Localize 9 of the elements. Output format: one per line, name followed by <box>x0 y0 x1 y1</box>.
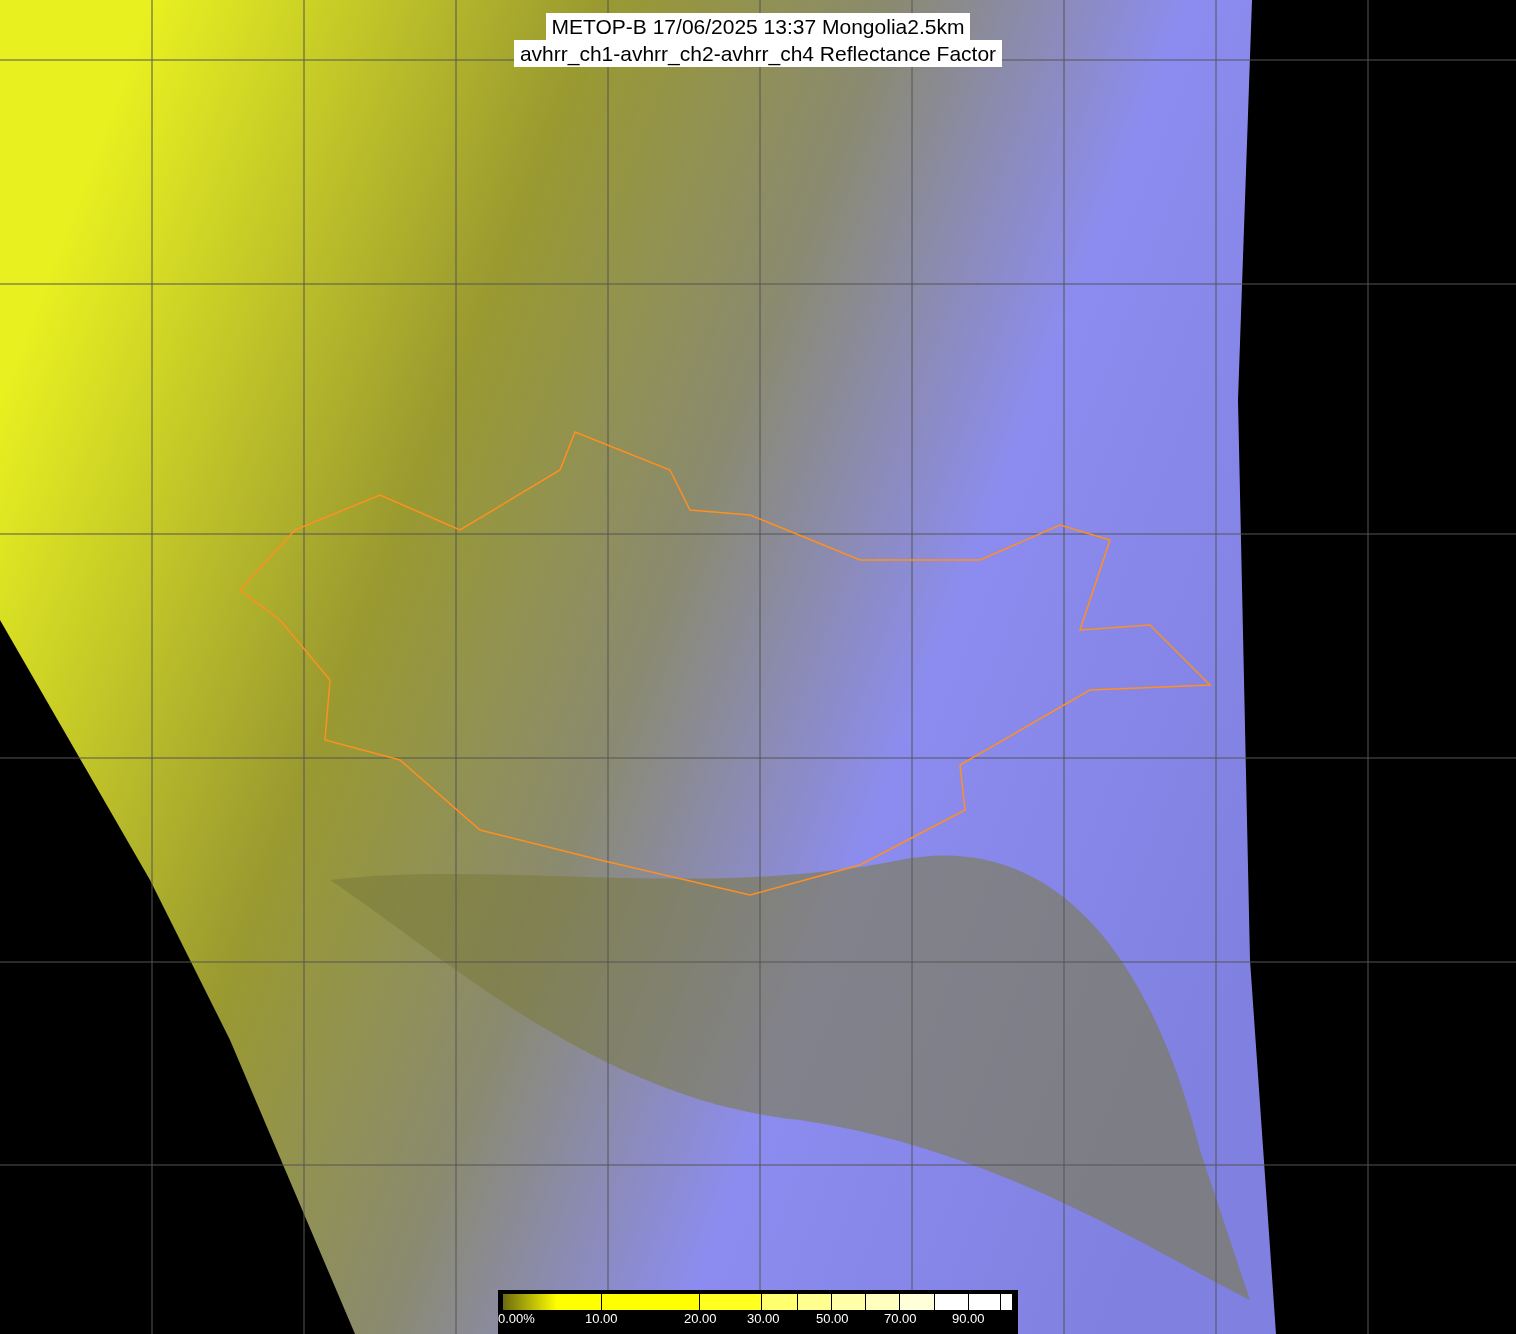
colorbar-label: 10.00 <box>585 1311 618 1327</box>
map-title: METOP-B 17/06/2025 13:37 Mongolia2.5km <box>545 13 971 40</box>
colorbar-label: 90.00 <box>952 1311 985 1327</box>
colorbar-label: 0.00% <box>498 1311 535 1327</box>
colorbar-label: 70.00 <box>884 1311 917 1327</box>
colorbar-label: 30.00 <box>747 1311 780 1327</box>
colorbar-label: 50.00 <box>816 1311 849 1327</box>
colorbar-label: 20.00 <box>684 1311 717 1327</box>
map-title: avhrr_ch1-avhrr_ch2-avhrr_ch4 Reflectance Factor <box>513 40 1003 67</box>
